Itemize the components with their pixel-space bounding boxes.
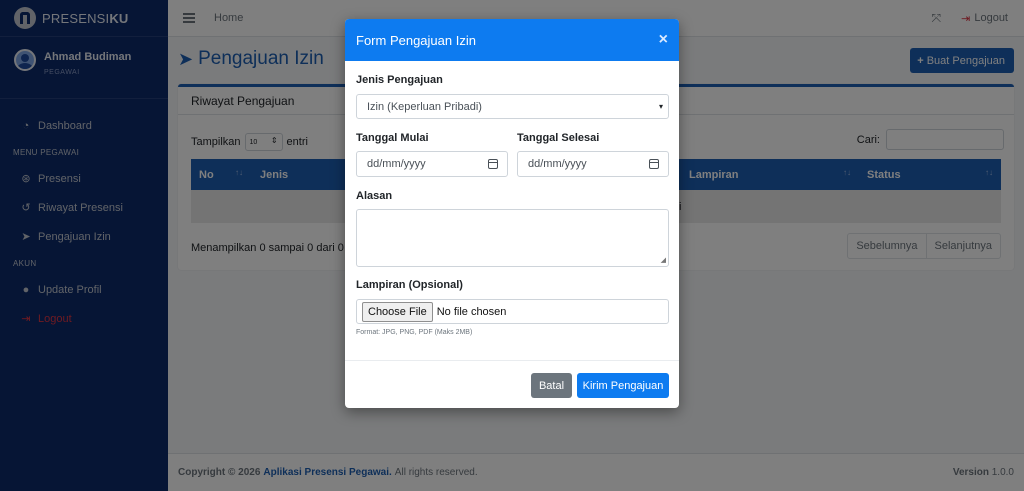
submit-button[interactable]: Kirim Pengajuan <box>577 373 669 398</box>
calendar-icon[interactable] <box>488 159 498 169</box>
start-date-input[interactable]: dd/mm/yyyy <box>356 151 508 177</box>
modal-title: Form Pengajuan Izin <box>356 32 476 48</box>
end-date-placeholder: dd/mm/yyyy <box>528 158 587 170</box>
close-icon[interactable]: × <box>659 31 668 49</box>
jenis-select[interactable]: Izin (Keperluan Pribadi) ▾ <box>356 94 669 119</box>
file-status: No file chosen <box>436 305 507 318</box>
mulai-label: Tanggal Mulai <box>356 132 429 144</box>
alasan-textarea[interactable]: ◢ <box>356 209 669 267</box>
resize-handle-icon[interactable]: ◢ <box>661 256 666 264</box>
lampiran-label: Lampiran (Opsional) <box>356 279 463 291</box>
selesai-label: Tanggal Selesai <box>517 132 600 144</box>
start-date-placeholder: dd/mm/yyyy <box>367 158 426 170</box>
jenis-value: Izin (Keperluan Pribadi) <box>367 100 482 113</box>
cancel-button[interactable]: Batal <box>531 373 572 398</box>
chevron-down-icon: ▾ <box>658 102 663 111</box>
modal-footer: Batal Kirim Pengajuan <box>345 360 679 408</box>
file-input[interactable]: Choose File No file chosen <box>356 299 669 324</box>
file-format-hint: Format: JPG, PNG, PDF (Maks 2MB) <box>356 329 473 336</box>
choose-file-button[interactable]: Choose File <box>362 301 433 322</box>
request-form-modal: Form Pengajuan Izin × Jenis Pengajuan Iz… <box>345 19 679 408</box>
end-date-input[interactable]: dd/mm/yyyy <box>517 151 669 177</box>
alasan-label: Alasan <box>356 190 393 202</box>
jenis-label: Jenis Pengajuan <box>356 74 443 86</box>
calendar-icon[interactable] <box>649 159 659 169</box>
modal-header: Form Pengajuan Izin × <box>345 19 679 61</box>
